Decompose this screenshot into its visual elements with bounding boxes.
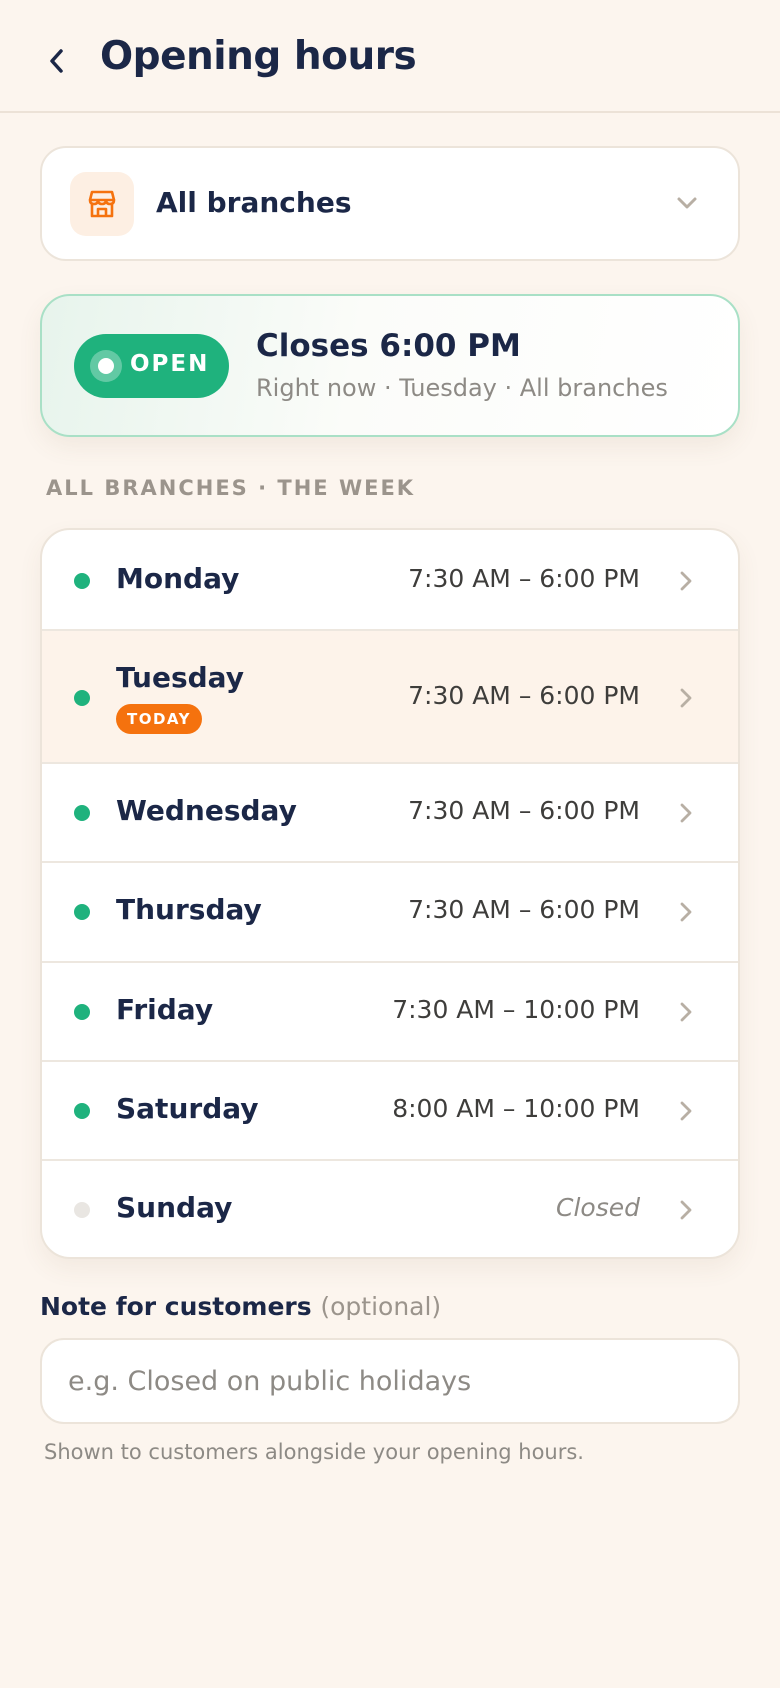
day-hours: 7:30 AM – 6:00 PM <box>408 564 640 593</box>
day-row-saturday[interactable]: Saturday 8:00 AM – 10:00 PM <box>42 1062 738 1161</box>
day-hours: 7:30 AM – 10:00 PM <box>392 995 640 1024</box>
chevron-right-icon <box>674 798 698 828</box>
day-hours: 7:30 AM – 6:00 PM <box>408 895 640 924</box>
open-label: OPEN <box>130 351 210 377</box>
store-icon <box>88 190 116 218</box>
day-name: Tuesday <box>116 661 244 694</box>
day-hours: 7:30 AM – 6:00 PM <box>408 796 640 825</box>
day-row-thursday[interactable]: Thursday 7:30 AM – 6:00 PM <box>42 863 738 963</box>
open-dot <box>74 805 90 821</box>
open-dot <box>74 1103 90 1119</box>
page-title: Opening hours <box>100 34 417 79</box>
day-row-tuesday[interactable]: Tuesday TODAY 7:30 AM – 6:00 PM <box>42 631 738 764</box>
open-dot <box>74 1004 90 1020</box>
day-name: Saturday <box>116 1092 259 1125</box>
day-row-friday[interactable]: Friday 7:30 AM – 10:00 PM <box>42 963 738 1062</box>
branch-label: All branches <box>156 186 352 219</box>
note-helper-text: Shown to customers alongside your openin… <box>44 1440 584 1464</box>
closed-dot <box>74 1202 90 1218</box>
chevron-right-icon <box>674 897 698 927</box>
customer-note-input[interactable] <box>40 1338 740 1424</box>
open-dot <box>74 904 90 920</box>
today-badge: TODAY <box>116 704 202 734</box>
branch-selector[interactable]: All branches <box>40 146 740 261</box>
note-optional-hint: (optional) <box>320 1292 442 1321</box>
status-dot <box>90 350 122 382</box>
day-name: Friday <box>116 993 214 1026</box>
week-section-label: ALL BRANCHES · THE WEEK <box>46 476 416 500</box>
note-label-text: Note for customers <box>40 1292 312 1321</box>
status-card: OPEN Closes 6:00 PM Right now · Tuesday … <box>40 294 740 437</box>
day-hours: 8:00 AM – 10:00 PM <box>392 1094 640 1123</box>
day-row-sunday[interactable]: Sunday Closed <box>42 1161 738 1257</box>
back-button[interactable] <box>36 36 78 86</box>
store-icon-badge <box>70 172 134 236</box>
chevron-down-icon <box>672 188 702 218</box>
chevron-right-icon <box>674 1195 698 1225</box>
open-status-badge: OPEN <box>74 334 229 398</box>
chevron-left-icon <box>50 49 63 73</box>
chevron-right-icon <box>674 683 698 713</box>
chevron-right-icon <box>674 997 698 1027</box>
day-name: Sunday <box>116 1191 233 1224</box>
closing-time: Closes 6:00 PM <box>256 328 521 364</box>
chevron-right-icon <box>674 1096 698 1126</box>
day-row-wednesday[interactable]: Wednesday 7:30 AM – 6:00 PM <box>42 764 738 863</box>
day-hours: Closed <box>556 1193 640 1222</box>
chevron-right-icon <box>674 566 698 596</box>
day-name: Monday <box>116 562 240 595</box>
open-dot <box>74 573 90 589</box>
note-label: Note for customers (optional) <box>40 1292 441 1321</box>
open-dot <box>74 690 90 706</box>
day-row-monday[interactable]: Monday 7:30 AM – 6:00 PM <box>42 530 738 631</box>
status-subtitle: Right now · Tuesday · All branches <box>256 374 668 402</box>
day-name: Thursday <box>116 893 262 926</box>
day-hours: 7:30 AM – 6:00 PM <box>408 681 640 710</box>
app-header: Opening hours <box>0 0 780 113</box>
day-name: Wednesday <box>116 794 297 827</box>
week-hours-list: Monday 7:30 AM – 6:00 PM Tuesday TODAY 7… <box>40 528 740 1259</box>
